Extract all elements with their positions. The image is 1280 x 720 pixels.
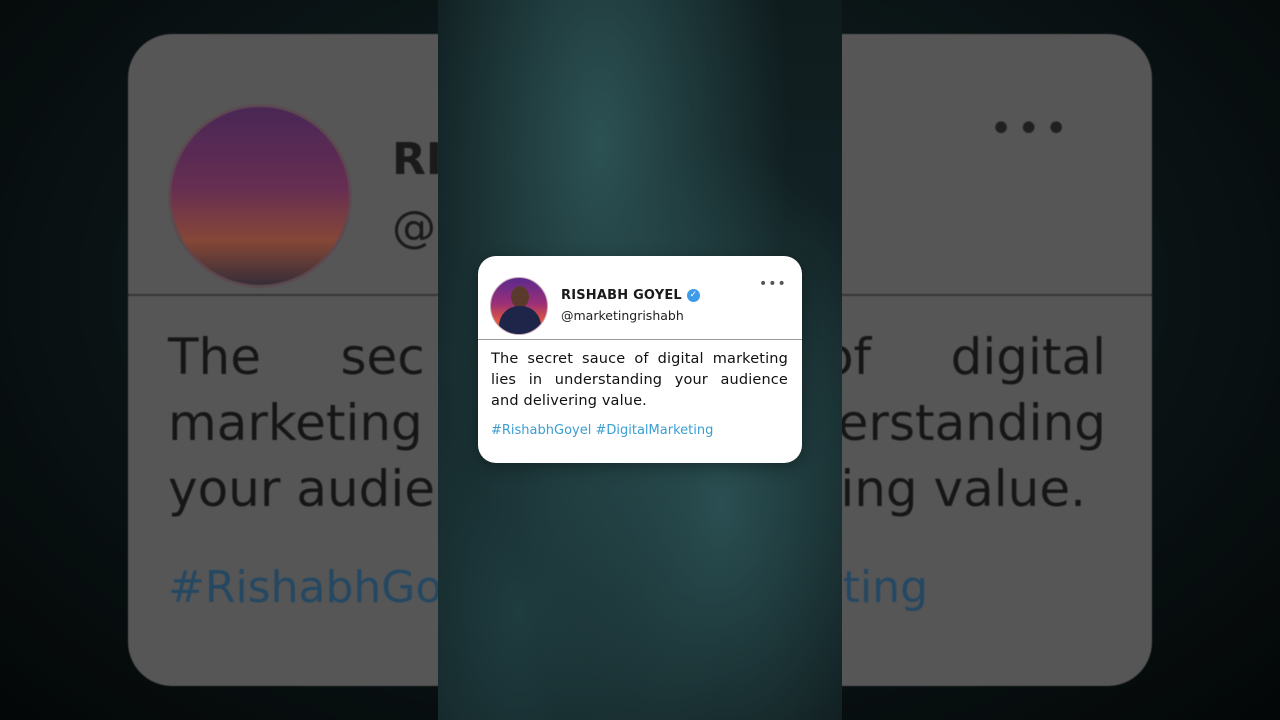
avatar[interactable] — [490, 277, 548, 335]
tweet-text: The secret sauce of digital marketing li… — [491, 351, 788, 409]
divider — [478, 339, 802, 340]
hashtag-link[interactable]: #DigitalMarketing — [595, 423, 713, 438]
author-name[interactable]: RISHABH GOYEL — [561, 288, 682, 303]
author-row: RISHABH GOYEL ✓ — [561, 288, 700, 303]
avatar-head — [511, 286, 529, 308]
hashtags: #RishabhGoyel #DigitalMarketing — [491, 423, 713, 438]
hashtag-link[interactable]: #RishabhGoyel — [491, 423, 591, 438]
tweet-card: RISHABH GOYEL ✓ @marketingrishabh ••• Th… — [478, 256, 802, 463]
verified-check-icon: ✓ — [686, 289, 700, 302]
avatar-body — [499, 306, 541, 334]
author-handle[interactable]: @marketingrishabh — [561, 308, 684, 323]
right-shade — [842, 0, 1280, 720]
left-shade — [0, 0, 438, 720]
more-horizontal-icon[interactable]: ••• — [759, 276, 787, 292]
